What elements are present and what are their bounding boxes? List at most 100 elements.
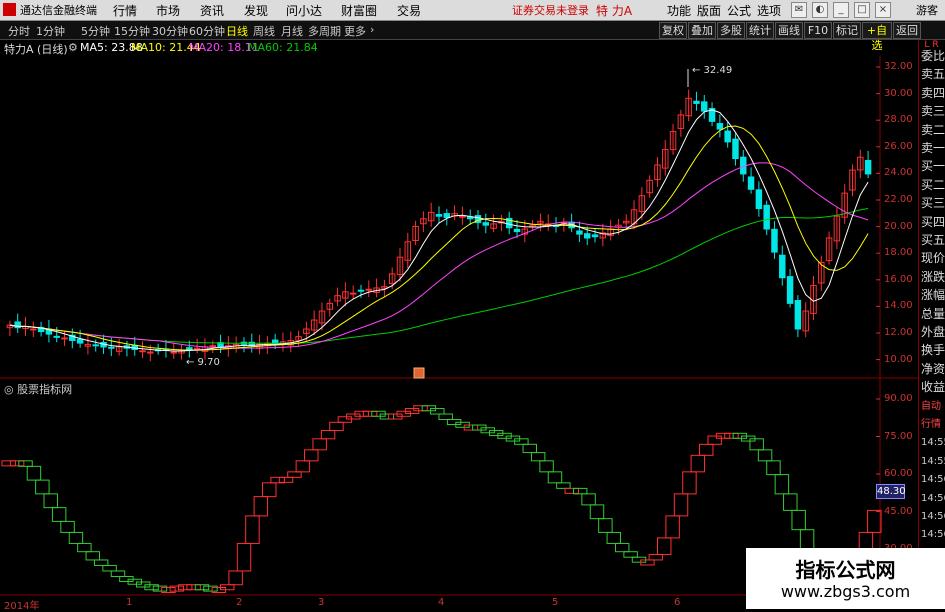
price-tick-label: 22.00: [884, 194, 913, 205]
indicator-step: [186, 584, 201, 591]
price-tick-label: 14.00: [884, 300, 913, 312]
indicator-step: [68, 531, 84, 544]
price-tick-label: 26.00: [884, 140, 913, 152]
indicator-step: [799, 529, 815, 550]
indicator-step: [783, 493, 798, 511]
indicator-step: [530, 452, 546, 462]
indicator-step: [623, 551, 638, 558]
time-tick-label: 1: [126, 597, 133, 608]
indicator-step: [320, 430, 336, 440]
panel-item: 买三: [921, 196, 945, 211]
indicator-step: [35, 479, 50, 495]
indicator-step: [682, 471, 697, 495]
time-tick-label: 5: [552, 597, 559, 608]
indicator-step: [791, 509, 806, 531]
indicator-step: [514, 438, 529, 445]
indicator-step: [665, 515, 680, 539]
panel-item: 14:56: [921, 474, 945, 486]
kline-chart[interactable]: ← 32.49 ← 9.70: [0, 0, 945, 609]
price-tick-label: 18.00: [884, 247, 913, 259]
indicator-step: [774, 474, 790, 495]
indicator-step: [26, 465, 42, 481]
watermark-title: 指标公式网: [795, 558, 896, 582]
indicator-step: [362, 410, 378, 417]
price-tick-label: 30.00: [884, 87, 913, 99]
quote-side-panel: 委比 卖五 卖四 卖三 卖二 卖一 买一 买二 买三 买四 买五 现价 涨跌 涨幅 总量 外盘 换手 净资 收益 自动…: [918, 40, 945, 609]
candle-body: [76, 338, 84, 344]
candle-body: [732, 138, 739, 160]
indicator-step: [1, 460, 16, 467]
indicator-step: [85, 551, 100, 561]
panel-item: 涨跌: [921, 269, 945, 284]
indicator-step: [707, 435, 722, 445]
panel-r[interactable]: R: [932, 40, 938, 50]
panel-item: 14:56: [921, 511, 945, 522]
indicator-step: [228, 570, 243, 586]
panel-item: 卖二: [921, 122, 945, 137]
indicator-step: [724, 432, 739, 439]
panel-item: 现价: [921, 251, 945, 266]
ma10-line: [9, 125, 869, 351]
candle-body: [747, 176, 755, 190]
indicator-step: [539, 460, 554, 473]
indicator-step: [110, 570, 126, 577]
indicator-tick-label: 75.00: [884, 430, 913, 442]
panel-item: 买五: [921, 233, 945, 247]
candle-body: [108, 346, 115, 349]
indicator-title: ◎ 股票指标网: [4, 381, 72, 397]
indicator-step: [262, 482, 277, 498]
panel-item: 买四: [921, 214, 945, 229]
indicator-step: [699, 443, 714, 456]
panel-item: 换手: [921, 343, 945, 358]
indicator-step: [589, 504, 605, 520]
candle-body: [724, 130, 731, 143]
indicator-step: [766, 460, 781, 476]
candle-body: [794, 300, 802, 330]
indicator-step: [648, 553, 664, 561]
candle-body: [864, 159, 872, 175]
candle-body: [763, 204, 770, 230]
indicator-step: [203, 585, 218, 592]
indicator-tick-label: 45.00: [884, 505, 913, 517]
panel-item: 14:55: [921, 437, 945, 449]
candle-body: [482, 222, 490, 226]
candle-body: [701, 101, 708, 112]
time-tick-label: 6: [674, 597, 681, 608]
price-tick-label: 20.00: [884, 220, 913, 232]
indicator-toggle-icon[interactable]: ◎: [4, 383, 17, 396]
indicator-step: [102, 564, 117, 572]
candle-body: [209, 345, 216, 348]
time-tick-label: 2: [236, 597, 243, 608]
indicator-current-value: 48.30: [876, 484, 906, 499]
ma20-line: [9, 162, 869, 349]
panel-item: 行情: [921, 419, 941, 430]
indicator-step: [278, 476, 294, 483]
candle-body: [716, 123, 724, 130]
indicator-step: [161, 586, 176, 593]
panel-item: 14:56: [921, 529, 945, 541]
indicator-step: [93, 559, 109, 566]
indicator-step: [614, 542, 630, 553]
panel-lr-toggle[interactable]: L R: [918, 40, 945, 52]
indicator-step: [547, 471, 563, 484]
indicator-step: [51, 507, 67, 522]
candle-body: [30, 328, 37, 331]
indicator-step: [9, 460, 25, 467]
panel-item: 买二: [921, 177, 945, 192]
candle-body: [443, 213, 451, 218]
indicator-step: [757, 449, 773, 462]
candle-body: [357, 289, 365, 292]
indicator-step: [245, 515, 260, 544]
indicator-step: [690, 454, 706, 473]
panel-item: 自动: [921, 400, 941, 412]
panel-l[interactable]: L: [924, 40, 929, 50]
price-tick-label: 32.00: [884, 61, 913, 72]
indicator-step: [438, 413, 453, 421]
panel-item: 总量: [921, 306, 945, 321]
indicator-tick-label: 90.00: [884, 393, 913, 404]
indicator-step: [430, 408, 445, 415]
panel-item: 外盘: [921, 325, 945, 339]
indicator-step: [329, 421, 344, 432]
indicator-step: [287, 471, 302, 478]
indicator-step: [152, 585, 168, 592]
